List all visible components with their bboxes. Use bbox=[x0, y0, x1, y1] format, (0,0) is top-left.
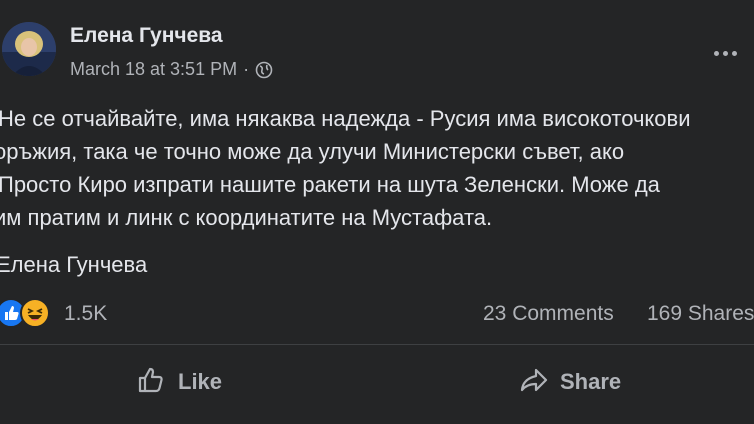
post-body-line: оръжия, така че точно може да улучи Мини… bbox=[0, 139, 625, 164]
share-button[interactable]: Share bbox=[518, 362, 621, 402]
post-body-line: им пратим и линк с координатите на Муста… bbox=[0, 205, 493, 230]
shares-count[interactable]: 169 Shares bbox=[647, 302, 754, 326]
author-avatar[interactable] bbox=[2, 22, 56, 76]
post-body: Не се отчайвайте, има някаква надежда - … bbox=[0, 102, 754, 234]
post-body-line: Просто Киро изпрати нашите ракети на шут… bbox=[0, 172, 660, 197]
share-arrow-icon bbox=[518, 364, 550, 401]
post-options-button[interactable] bbox=[714, 40, 754, 66]
reactions-bar: 1.5K 23 Comments 169 Shares bbox=[0, 296, 754, 332]
thumbs-up-icon bbox=[136, 364, 168, 401]
comments-count[interactable]: 23 Comments bbox=[483, 302, 614, 326]
post-signature: Елена Гунчева bbox=[0, 252, 148, 277]
reaction-icons[interactable] bbox=[0, 298, 50, 328]
divider bbox=[0, 344, 754, 345]
like-button-label: Like bbox=[178, 369, 223, 394]
post-body-line: Не се отчайвайте, има някаква надежда - … bbox=[0, 106, 691, 131]
more-dot-icon bbox=[732, 50, 737, 56]
post-meta: March 18 at 3:51 PM · bbox=[70, 59, 273, 80]
author-name[interactable]: Елена Гунчева bbox=[70, 24, 223, 48]
haha-reaction-icon bbox=[20, 298, 50, 328]
meta-separator: · bbox=[243, 59, 250, 79]
post-header: Елена Гунчева March 18 at 3:51 PM · bbox=[0, 18, 754, 88]
like-button[interactable]: Like bbox=[136, 362, 222, 402]
more-dot-icon bbox=[723, 50, 728, 56]
more-dot-icon bbox=[714, 50, 719, 56]
reaction-count[interactable]: 1.5K bbox=[64, 302, 107, 326]
globe-icon[interactable] bbox=[255, 61, 273, 79]
share-button-label: Share bbox=[560, 369, 622, 394]
post-timestamp[interactable]: March 18 at 3:51 PM bbox=[70, 59, 237, 80]
